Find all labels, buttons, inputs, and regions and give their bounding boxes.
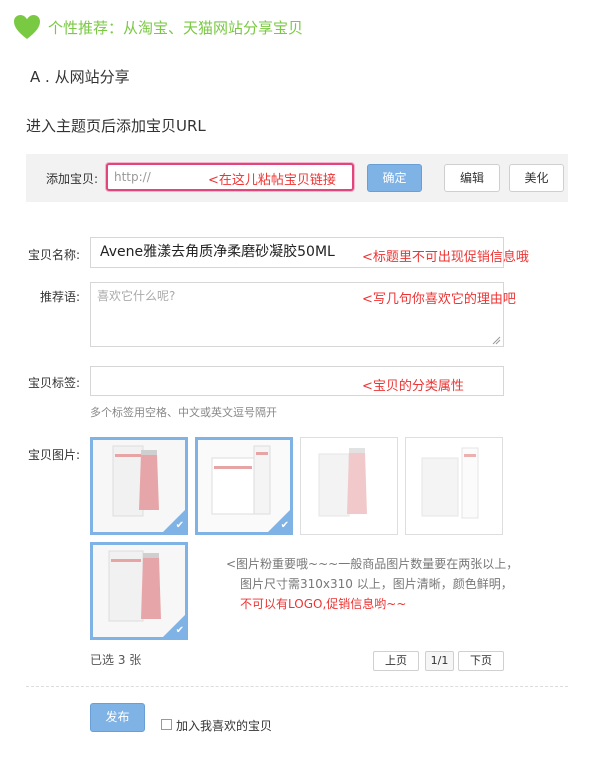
product-image-icon (301, 438, 397, 534)
name-label: 宝贝名称: (27, 248, 80, 262)
favorite-label[interactable]: 加入我喜欢的宝贝 (176, 717, 272, 734)
page-title: 个性推荐：从淘宝、天猫网站分享宝贝 (48, 18, 304, 37)
resize-handle-icon[interactable] (492, 336, 501, 345)
favorite-checkbox[interactable] (161, 719, 172, 730)
product-thumbnail[interactable]: ✔ (195, 437, 293, 535)
image-note-line: <图片粉重要哦~~~一般商品图片数量要在两张以上， (226, 557, 519, 571)
image-note-warning: 不可以有LOGO,促销信息哟~~ (240, 597, 407, 611)
divider (26, 686, 568, 687)
images-label: 宝贝图片: (27, 448, 80, 462)
product-image-icon (406, 438, 502, 534)
product-thumbnail[interactable] (405, 437, 503, 535)
confirm-button[interactable]: 确定 (367, 164, 422, 192)
tags-label: 宝贝标签: (27, 376, 80, 390)
item-name-value: Avene雅漾去角质净柔磨砂凝胶50ML (100, 244, 335, 260)
product-thumbnail[interactable]: ✔ (90, 437, 188, 535)
reason-label: 推荐语: (39, 290, 80, 304)
image-note-line: 图片尺寸需310x310 以上，图片清晰，颜色鲜明， (240, 577, 513, 591)
selected-count: 已选 3 张 (90, 653, 142, 667)
edit-button[interactable]: 编辑 (444, 164, 500, 192)
image-guideline-note: <图片粉重要哦~~~一般商品图片数量要在两张以上， 图片尺寸需310x310 以… (226, 554, 518, 614)
beautify-button[interactable]: 美化 (509, 164, 564, 192)
reason-placeholder: 喜欢它什么呢? (97, 289, 176, 303)
page-indicator: 1/1 (425, 651, 454, 671)
tags-hint: 多个标签用空格、中文或英文逗号隔开 (90, 406, 277, 419)
header: 个性推荐：从淘宝、天猫网站分享宝贝 (12, 12, 303, 42)
instruction-text: 进入主题页后添加宝贝URL (26, 117, 206, 135)
prev-page-button[interactable]: 上页 (373, 651, 419, 671)
check-icon: ✔ (175, 520, 184, 531)
product-thumbnail[interactable] (300, 437, 398, 535)
publish-button[interactable]: 发布 (90, 703, 145, 732)
add-item-label: 添加宝贝: (46, 172, 99, 186)
url-placeholder: http:// (114, 170, 151, 184)
reason-annotation: <写几句你喜欢它的理由吧 (362, 292, 516, 307)
tags-annotation: <宝贝的分类属性 (362, 379, 464, 394)
check-icon: ✔ (280, 520, 289, 531)
next-page-button[interactable]: 下页 (458, 651, 504, 671)
url-annotation: <在这儿粘帖宝贝链接 (208, 173, 336, 188)
section-subtitle: A . 从网站分享 (30, 68, 130, 86)
name-annotation: <标题里不可出现促销信息哦 (362, 250, 529, 265)
check-icon: ✔ (175, 625, 184, 636)
product-thumbnail[interactable]: ✔ (90, 542, 188, 640)
heart-icon (14, 15, 40, 39)
